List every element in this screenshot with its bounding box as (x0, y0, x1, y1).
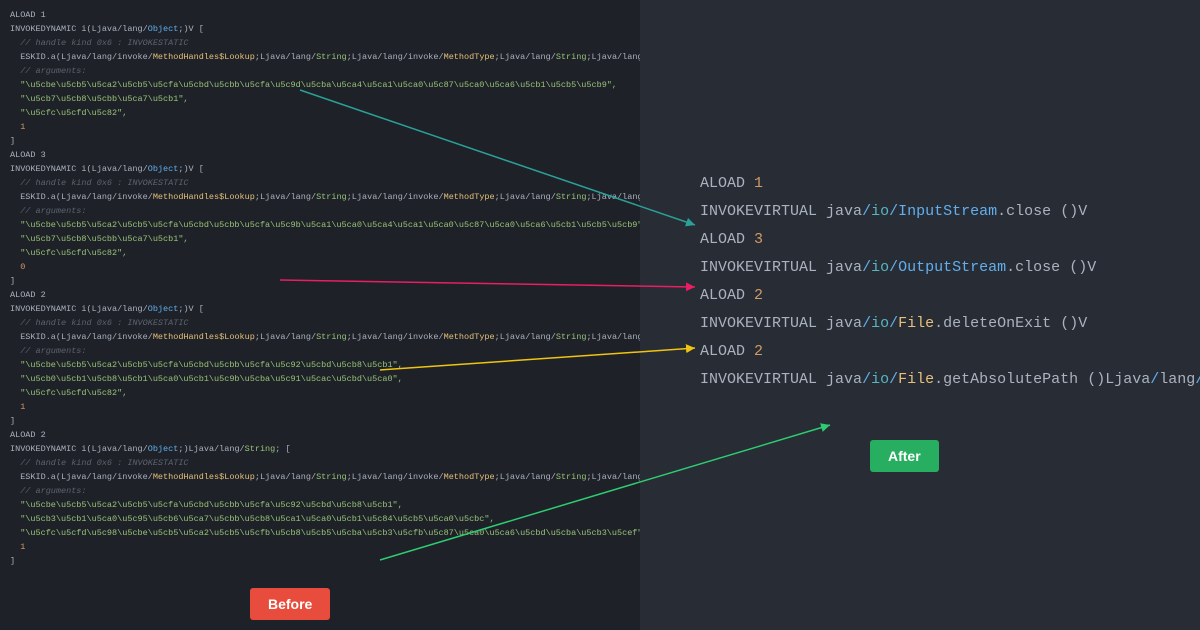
comment-line: // arguments: (10, 484, 630, 498)
invokedynamic-line: INVOKEDYNAMIC i(Ljava/lang/Object;)Ljava… (10, 442, 630, 456)
invokedynamic-line: INVOKEDYNAMIC i(Ljava/lang/Object;)V [ (10, 162, 630, 176)
arg-line: "\u5cbe\u5cb5\u5ca2\u5cb5\u5cfa\u5cbd\u5… (10, 358, 630, 372)
bytecode-block: ALOAD 3INVOKEDYNAMIC i(Ljava/lang/Object… (10, 148, 630, 288)
invokevirtual-line: INVOKEVIRTUAL java/io/OutputStream.close… (700, 254, 1200, 282)
invokevirtual-line: INVOKEVIRTUAL java/io/InputStream.close … (700, 198, 1200, 226)
arg-line: "\u5cfc\u5cfd\u5c82", (10, 246, 630, 260)
aload-line: ALOAD 2 (700, 338, 1200, 366)
arg-line: "\u5cb7\u5cb8\u5cbb\u5ca7\u5cb1", (10, 232, 630, 246)
after-badge: After (870, 440, 939, 472)
aload-line: ALOAD 2 (700, 282, 1200, 310)
comment-line: // handle kind 0x6 : INVOKESTATIC (10, 316, 630, 330)
arg-line: "\u5cb7\u5cb8\u5cbb\u5ca7\u5cb1", (10, 92, 630, 106)
invokedynamic-line: INVOKEDYNAMIC i(Ljava/lang/Object;)V [ (10, 22, 630, 36)
bsm-line: ESKID.a(Ljava/lang/invoke/MethodHandles$… (10, 50, 630, 64)
arg-line: "\u5cbe\u5cb5\u5ca2\u5cb5\u5cfa\u5cbd\u5… (10, 78, 630, 92)
arg-line: "\u5cb3\u5cb1\u5ca0\u5c95\u5cb6\u5ca7\u5… (10, 512, 630, 526)
close-bracket: ] (10, 414, 630, 428)
arg-line: 1 (10, 400, 630, 414)
aload-line: ALOAD 1 (700, 170, 1200, 198)
arg-line: 1 (10, 540, 630, 554)
comment-line: // handle kind 0x6 : INVOKESTATIC (10, 36, 630, 50)
close-bracket: ] (10, 554, 630, 568)
invokevirtual-line: INVOKEVIRTUAL java/io/File.getAbsolutePa… (700, 366, 1200, 394)
bytecode-block: ALOAD 2INVOKEDYNAMIC i(Ljava/lang/Object… (10, 428, 630, 568)
bsm-line: ESKID.a(Ljava/lang/invoke/MethodHandles$… (10, 470, 630, 484)
invokevirtual-line: INVOKEVIRTUAL java/io/File.deleteOnExit … (700, 310, 1200, 338)
arg-line: 0 (10, 260, 630, 274)
arg-line: "\u5cfc\u5cfd\u5c98\u5cbe\u5cb5\u5ca2\u5… (10, 526, 630, 540)
arg-line: "\u5cfc\u5cfd\u5c82", (10, 386, 630, 400)
arg-line: "\u5cfc\u5cfd\u5c82", (10, 106, 630, 120)
main-container: ALOAD 1INVOKEDYNAMIC i(Ljava/lang/Object… (0, 0, 1200, 630)
before-pane: ALOAD 1INVOKEDYNAMIC i(Ljava/lang/Object… (0, 0, 640, 630)
arg-line: "\u5cb0\u5cb1\u5cb8\u5cb1\u5ca0\u5cb1\u5… (10, 372, 630, 386)
aload-line: ALOAD 2 (10, 428, 630, 442)
arg-line: "\u5cbe\u5cb5\u5ca2\u5cb5\u5cfa\u5cbd\u5… (10, 498, 630, 512)
close-bracket: ] (10, 134, 630, 148)
bytecode-block: ALOAD 1INVOKEDYNAMIC i(Ljava/lang/Object… (10, 8, 630, 148)
bsm-line: ESKID.a(Ljava/lang/invoke/MethodHandles$… (10, 190, 630, 204)
arg-line: "\u5cbe\u5cb5\u5ca2\u5cb5\u5cfa\u5cbd\u5… (10, 218, 630, 232)
comment-line: // arguments: (10, 64, 630, 78)
before-badge: Before (250, 588, 330, 620)
aload-line: ALOAD 2 (10, 288, 630, 302)
comment-line: // handle kind 0x6 : INVOKESTATIC (10, 456, 630, 470)
comment-line: // arguments: (10, 204, 630, 218)
comment-line: // handle kind 0x6 : INVOKESTATIC (10, 176, 630, 190)
bytecode-block: ALOAD 2INVOKEDYNAMIC i(Ljava/lang/Object… (10, 288, 630, 428)
comment-line: // arguments: (10, 344, 630, 358)
aload-line: ALOAD 3 (700, 226, 1200, 254)
arg-line: 1 (10, 120, 630, 134)
invokedynamic-line: INVOKEDYNAMIC i(Ljava/lang/Object;)V [ (10, 302, 630, 316)
aload-line: ALOAD 3 (10, 148, 630, 162)
close-bracket: ] (10, 274, 630, 288)
bsm-line: ESKID.a(Ljava/lang/invoke/MethodHandles$… (10, 330, 630, 344)
aload-line: ALOAD 1 (10, 8, 630, 22)
after-pane: ALOAD 1INVOKEVIRTUAL java/io/InputStream… (640, 0, 1200, 630)
